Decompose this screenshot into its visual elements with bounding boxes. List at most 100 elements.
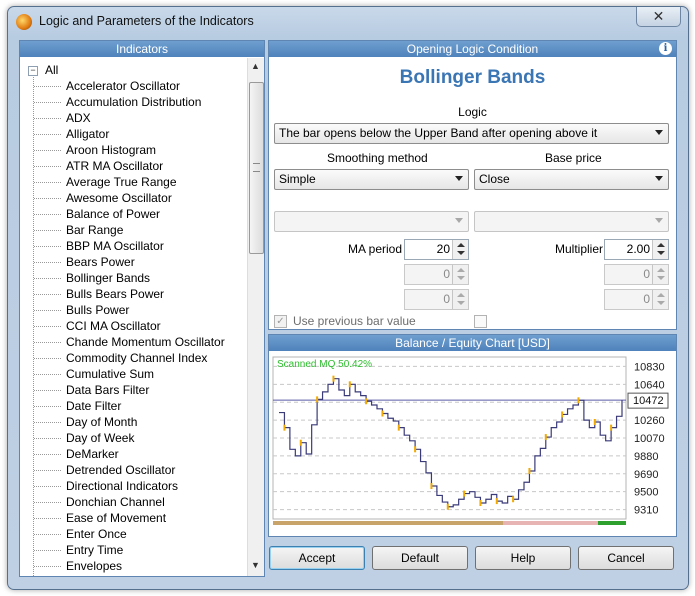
tree-item-label[interactable]: Alligator [66, 126, 109, 142]
tree-item-label[interactable]: Cumulative Sum [66, 366, 154, 382]
spin-buttons[interactable] [452, 240, 468, 259]
tree-item[interactable]: Date Filter [20, 398, 246, 414]
tree-item-label[interactable]: Bar Range [66, 222, 123, 238]
spin-up-icon[interactable] [457, 243, 465, 247]
spin-up-icon [657, 268, 665, 272]
tree-item-label[interactable]: Bears Power [66, 254, 135, 270]
tree-connector [34, 534, 61, 535]
scroll-down-icon[interactable]: ▼ [251, 560, 260, 570]
tree-item-label[interactable]: Enter Once [66, 526, 127, 542]
tree-scrollbar[interactable]: ▲ ▼ [247, 58, 264, 576]
multiplier-stepper[interactable]: 2.00 [604, 239, 669, 260]
tree-item-label[interactable]: Aroon Histogram [66, 142, 156, 158]
tree-item-label[interactable]: CCI MA Oscillator [66, 318, 161, 334]
collapse-icon[interactable]: − [28, 66, 38, 76]
logic-select[interactable]: The bar opens below the Upper Band after… [274, 123, 669, 144]
spin-down-icon [457, 301, 465, 305]
help-button[interactable]: Help [475, 546, 571, 570]
smoothing-select[interactable]: Simple [274, 169, 469, 190]
tree-item[interactable]: Bar Range [20, 222, 246, 238]
tree-item-label[interactable]: DeMarker [66, 446, 119, 462]
tree-item-label[interactable]: Average True Range [66, 174, 177, 190]
y-tick-label: 9500 [634, 487, 658, 499]
tree-item[interactable]: Alligator [20, 126, 246, 142]
tree-item[interactable]: Accumulation Distribution [20, 94, 246, 110]
indicators-header: Indicators [20, 41, 264, 57]
tree-connector [34, 182, 61, 183]
base-price-select[interactable]: Close [474, 169, 669, 190]
tree-item-label[interactable]: ATR MA Oscillator [66, 158, 163, 174]
tree-item[interactable]: Bulls Bears Power [20, 286, 246, 302]
tree-item-label[interactable]: Envelopes [66, 558, 122, 574]
tree-item[interactable]: ADX [20, 110, 246, 126]
tree-item[interactable]: Awesome Oscillator [20, 190, 246, 206]
tree-item[interactable]: Detrended Oscillator [20, 462, 246, 478]
tree-item[interactable]: Donchian Channel [20, 494, 246, 510]
default-button[interactable]: Default [372, 546, 468, 570]
tree-item[interactable]: Commodity Channel Index [20, 350, 246, 366]
tree-item[interactable]: Aroon Histogram [20, 142, 246, 158]
tree-connector [34, 518, 61, 519]
tree-item-label[interactable]: Detrended Oscillator [66, 462, 175, 478]
tree-item[interactable]: Directional Indicators [20, 478, 246, 494]
tree-item-label[interactable]: Awesome Oscillator [66, 190, 172, 206]
tree-item-label[interactable]: Day of Month [66, 414, 137, 430]
tree-item-label[interactable]: Entry Time [66, 542, 123, 558]
info-icon[interactable]: i [659, 42, 672, 55]
scroll-up-icon[interactable]: ▲ [251, 61, 260, 71]
tree-item[interactable]: Ease of Movement [20, 510, 246, 526]
tree-item[interactable]: Day of Week [20, 430, 246, 446]
tree-item-label[interactable]: Chande Momentum Oscillator [66, 334, 225, 350]
spin-down-icon[interactable] [457, 251, 465, 255]
close-button[interactable]: ✕ [636, 7, 681, 27]
tree-item-label[interactable]: Commodity Channel Index [66, 350, 207, 366]
tree-item-label[interactable]: Accelerator Oscillator [66, 78, 180, 94]
indicators-tree[interactable]: − All Accelerator Oscillator Accumulation… [20, 58, 246, 576]
spin-down-icon[interactable] [657, 251, 665, 255]
tree-item-label[interactable]: Date Filter [66, 398, 121, 414]
tree-item-label[interactable]: Bulls Power [66, 302, 129, 318]
tree-item[interactable]: Enter Once [20, 526, 246, 542]
tree-item-label[interactable]: Data Bars Filter [66, 382, 149, 398]
cancel-button[interactable]: Cancel [578, 546, 674, 570]
tree-item[interactable]: Day of Month [20, 414, 246, 430]
tree-item-label[interactable]: Accumulation Distribution [66, 94, 201, 110]
tree-item-label[interactable]: Balance of Power [66, 206, 160, 222]
tree-item[interactable]: ATR MA Oscillator [20, 158, 246, 174]
tree-item[interactable]: CCI MA Oscillator [20, 318, 246, 334]
tree-item[interactable]: Entry Time [20, 542, 246, 558]
tree-item-label[interactable]: ADX [66, 110, 91, 126]
tree-item[interactable]: Accelerator Oscillator [20, 78, 246, 94]
accept-button[interactable]: Accept [269, 546, 365, 570]
spin-down-icon [457, 276, 465, 280]
use-previous-bar-checkbox[interactable]: ✓ [274, 315, 287, 328]
spin-buttons[interactable] [652, 240, 668, 259]
tree-item[interactable]: Bears Power [20, 254, 246, 270]
ma-period-stepper[interactable]: 20 [404, 239, 469, 260]
tree-item-label[interactable]: Directional Indicators [66, 478, 178, 494]
scrollbar-thumb[interactable] [249, 82, 264, 254]
tree-root-label[interactable]: All [45, 63, 58, 77]
tree-item-label[interactable]: Ease of Movement [66, 510, 166, 526]
equity-mark [544, 434, 547, 441]
chart-header: Balance / Equity Chart [USD] [269, 335, 676, 351]
tree-item[interactable]: Chande Momentum Oscillator [20, 334, 246, 350]
tree-item-label[interactable]: BBP MA Oscillator [66, 238, 164, 254]
tree-connector [34, 374, 61, 375]
tree-item[interactable]: Cumulative Sum [20, 366, 246, 382]
tree-item-label[interactable]: Bulls Bears Power [66, 286, 164, 302]
equity-mark [463, 490, 466, 497]
tree-item[interactable]: Bulls Power [20, 302, 246, 318]
tree-item[interactable]: Data Bars Filter [20, 382, 246, 398]
tree-item[interactable]: Bollinger Bands [20, 270, 246, 286]
spin-up-icon[interactable] [657, 243, 665, 247]
tree-item[interactable]: Balance of Power [20, 206, 246, 222]
tree-item-label[interactable]: Day of Week [66, 430, 134, 446]
tree-item-label[interactable]: Donchian Channel [66, 494, 165, 510]
tree-item[interactable]: DeMarker [20, 446, 246, 462]
tree-item[interactable]: Envelopes [20, 558, 246, 574]
tree-item[interactable]: Average True Range [20, 174, 246, 190]
tree-item-label[interactable]: Bollinger Bands [66, 270, 150, 286]
scanned-label: Scanned MQ 50.42% [277, 359, 372, 370]
tree-item[interactable]: BBP MA Oscillator [20, 238, 246, 254]
